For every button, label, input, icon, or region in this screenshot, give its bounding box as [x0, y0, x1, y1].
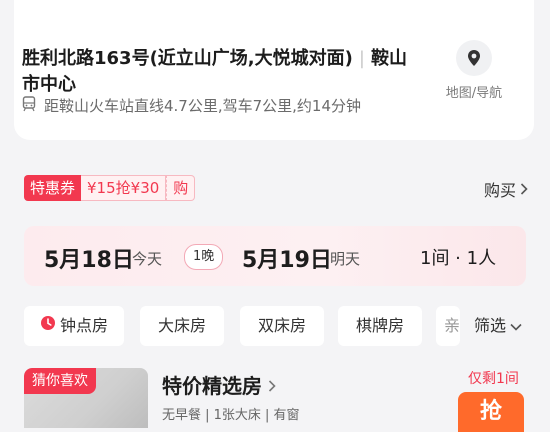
chevron-right-icon — [268, 373, 276, 397]
coupon-price: ¥15抢¥30 — [81, 175, 167, 201]
rooms-guests-selector[interactable]: 1间 · 1人 — [420, 244, 496, 270]
grab-button[interactable]: 抢 — [458, 392, 524, 432]
checkin-date[interactable]: 5月18日 — [44, 242, 134, 274]
filter-chip-partial[interactable]: 亲 — [436, 306, 460, 346]
filter-chip-hourly[interactable]: 钟点房 — [24, 306, 124, 346]
hotel-address[interactable]: 胜利北路163号(近立山广场,大悦城对面) | 鞍山市中心 — [22, 46, 422, 98]
date-selector[interactable]: 5月18日 今天 1晚 5月19日 明天 1间 · 1人 — [24, 226, 526, 286]
filter-chip-king-bed[interactable]: 大床房 — [140, 306, 224, 346]
chevron-right-icon — [520, 180, 528, 199]
map-pin-icon — [456, 40, 492, 76]
rooms-remaining: 仅剩1间 — [468, 371, 519, 387]
coupon-banner[interactable]: 特惠券 ¥15抢¥30 购 — [24, 175, 196, 201]
filter-label: 筛选 — [474, 316, 507, 335]
room-filter-bar: 钟点房 大床房 双床房 棋牌房 亲 筛选 — [24, 306, 534, 346]
room-title[interactable]: 特价精选房 — [162, 370, 276, 399]
room-title-label: 特价精选房 — [162, 374, 262, 398]
address-line: 胜利北路163号(近立山广场,大悦城对面) — [22, 48, 353, 69]
buy-link[interactable]: 购买 — [484, 177, 528, 201]
filter-chip-label: 钟点房 — [59, 316, 108, 335]
distance-text: 距鞍山火车站直线4.7公里,驾车7公里,约14分钟 — [44, 97, 362, 115]
map-navigation-label: 地图/导航 — [445, 86, 503, 101]
train-icon — [22, 95, 36, 116]
address-separator: | — [358, 48, 365, 69]
filter-chip-twin-bed[interactable]: 双床房 — [240, 306, 324, 346]
clock-icon — [40, 306, 56, 346]
filter-chip-mahjong[interactable]: 棋牌房 — [338, 306, 422, 346]
room-features: 无早餐 | 1张大床 | 有窗 — [162, 408, 300, 423]
filter-button[interactable]: 筛选 — [474, 306, 522, 346]
checkout-date[interactable]: 5月19日 — [242, 242, 332, 274]
distance-info: 距鞍山火车站直线4.7公里,驾车7公里,约14分钟 — [22, 95, 361, 116]
buy-link-label: 购买 — [483, 181, 516, 200]
checkout-day-label: 明天 — [330, 250, 361, 268]
nights-badge: 1晚 — [184, 244, 224, 270]
coupon-tag: 特惠券 — [24, 175, 82, 201]
recommend-badge: 猜你喜欢 — [24, 368, 96, 394]
map-navigation-button[interactable]: 地图/导航 — [434, 40, 514, 101]
room-thumbnail[interactable]: 猜你喜欢 — [24, 368, 148, 428]
coupon-buy-button[interactable]: 购 — [166, 175, 196, 201]
checkin-day-label: 今天 — [132, 250, 163, 268]
chevron-down-icon — [510, 306, 522, 346]
